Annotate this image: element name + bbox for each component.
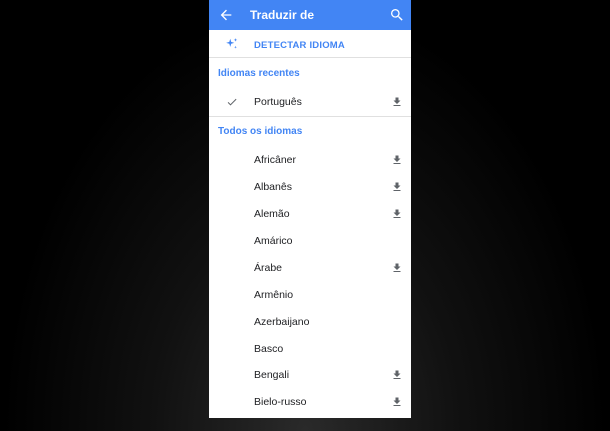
download-icon[interactable] bbox=[391, 154, 403, 166]
language-row-bielo-russo[interactable]: Bielo-russo bbox=[209, 389, 411, 416]
language-label: Árabe bbox=[254, 262, 283, 274]
language-label: Armênio bbox=[254, 289, 294, 301]
check-icon bbox=[227, 98, 237, 106]
phone-screen: Traduzir de DETECTAR IDIOMA Idiomas rece… bbox=[209, 0, 411, 418]
language-row-albanes[interactable]: Albanês bbox=[209, 174, 411, 201]
language-row-arabe[interactable]: Árabe bbox=[209, 255, 411, 282]
language-label: Amárico bbox=[254, 235, 293, 247]
divider bbox=[209, 57, 411, 58]
language-row-basco[interactable]: Basco bbox=[209, 336, 411, 363]
language-row-armenio[interactable]: Armênio bbox=[209, 282, 411, 309]
page-title: Traduzir de bbox=[250, 8, 315, 22]
download-icon[interactable] bbox=[391, 396, 403, 408]
language-label: Africâner bbox=[254, 154, 297, 166]
download-icon[interactable] bbox=[391, 181, 403, 193]
download-icon[interactable] bbox=[391, 208, 403, 220]
download-icon[interactable] bbox=[391, 369, 403, 381]
arrow-left-icon[interactable] bbox=[218, 7, 234, 23]
language-label: Alemão bbox=[254, 208, 290, 220]
language-label: Bielo-russo bbox=[254, 396, 307, 408]
language-label: Português bbox=[254, 96, 302, 108]
language-row-amarico[interactable]: Amárico bbox=[209, 228, 411, 255]
all-languages-heading: Todos os idiomas bbox=[218, 126, 303, 137]
recent-languages-heading: Idiomas recentes bbox=[218, 68, 300, 79]
divider bbox=[209, 116, 411, 117]
download-icon[interactable] bbox=[391, 96, 403, 108]
sparkle-icon bbox=[226, 38, 238, 49]
detect-language-label: DETECTAR IDIOMA bbox=[254, 40, 345, 51]
download-icon[interactable] bbox=[391, 262, 403, 274]
language-label: Albanês bbox=[254, 181, 292, 193]
language-row-africaner[interactable]: Africâner bbox=[209, 147, 411, 174]
language-label: Basco bbox=[254, 343, 284, 355]
detect-language-button[interactable]: DETECTAR IDIOMA bbox=[209, 31, 411, 57]
app-bar: Traduzir de bbox=[209, 0, 411, 30]
language-label: Bengali bbox=[254, 369, 290, 381]
search-icon[interactable] bbox=[389, 7, 405, 23]
language-row-alemao[interactable]: Alemão bbox=[209, 201, 411, 228]
language-row-portugues[interactable]: Português bbox=[209, 89, 411, 116]
language-row-bengali[interactable]: Bengali bbox=[209, 362, 411, 389]
language-label: Azerbaijano bbox=[254, 316, 310, 328]
language-row-azerbaijano[interactable]: Azerbaijano bbox=[209, 309, 411, 336]
